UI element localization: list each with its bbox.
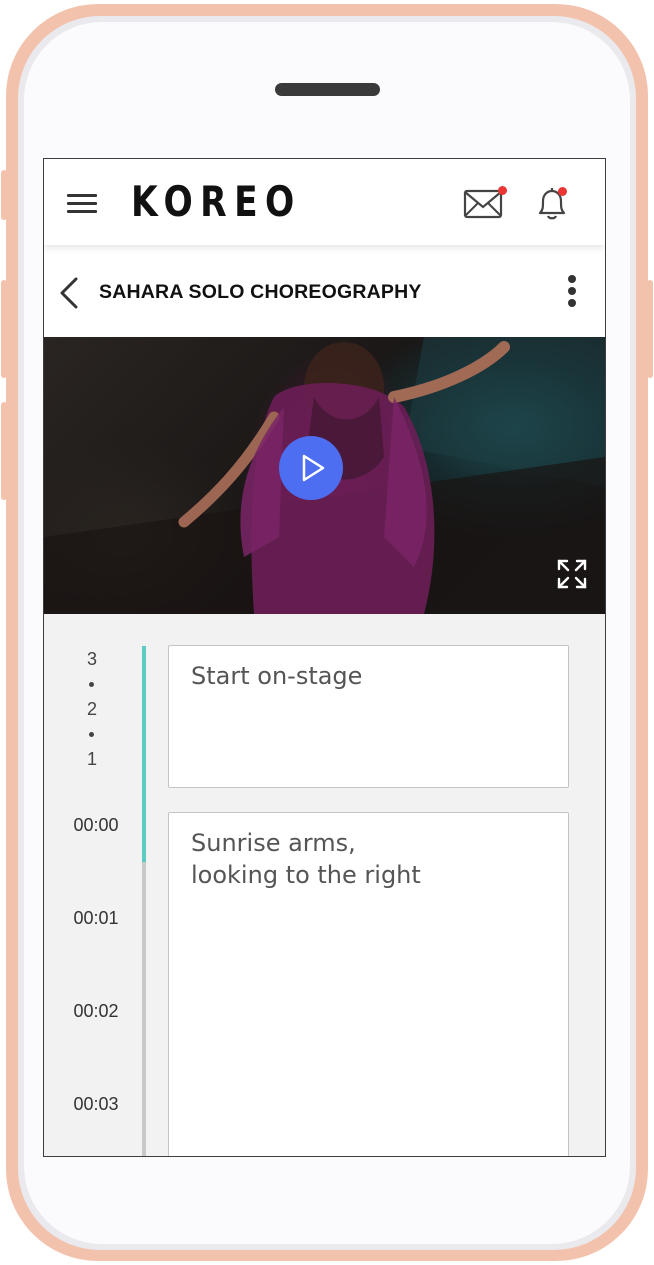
mail-icon[interactable] [463, 185, 507, 221]
app-screen: KOREO SAHARA SOLO CHOREOGRAPHY 3 2 1 00:… [43, 158, 606, 1157]
phone-speaker [275, 83, 380, 96]
countdown-1: 1 [86, 749, 97, 769]
app-header: KOREO [44, 159, 605, 245]
video-player[interactable] [44, 337, 605, 614]
countdown-separator [89, 732, 94, 737]
timestamp-00-00: 00:00 [73, 815, 119, 835]
countdown-3: 3 [86, 649, 97, 669]
bell-notification-dot [558, 187, 567, 196]
timestamp-00-03: 00:03 [73, 1094, 119, 1114]
hamburger-icon[interactable] [67, 194, 97, 214]
play-icon[interactable] [279, 436, 343, 500]
chevron-left-icon[interactable] [56, 277, 82, 309]
more-vertical-icon[interactable] [562, 275, 582, 311]
step-note-card[interactable]: Sunrise arms, looking to the right [168, 812, 569, 1156]
choreography-timeline: 3 2 1 00:00 00:01 00:02 00:03 Start on-s… [44, 614, 605, 1156]
bell-icon[interactable] [532, 183, 572, 223]
timeline-track [142, 862, 146, 1156]
mail-notification-dot [498, 186, 507, 195]
step-note-text: Start on-stage [191, 662, 363, 690]
timestamp-00-02: 00:02 [73, 1001, 119, 1021]
app-logo: KOREO [131, 177, 302, 226]
expand-icon[interactable] [556, 558, 588, 590]
step-note-card[interactable]: Start on-stage [168, 645, 569, 788]
step-note-text: Sunrise arms, looking to the right [191, 829, 421, 889]
countdown-separator [89, 682, 94, 687]
timestamp-00-01: 00:01 [73, 908, 119, 928]
countdown-2: 2 [86, 699, 97, 719]
page-title: SAHARA SOLO CHOREOGRAPHY [99, 281, 422, 303]
timeline-progress[interactable] [142, 646, 146, 862]
page-title-bar: SAHARA SOLO CHOREOGRAPHY [44, 245, 605, 337]
